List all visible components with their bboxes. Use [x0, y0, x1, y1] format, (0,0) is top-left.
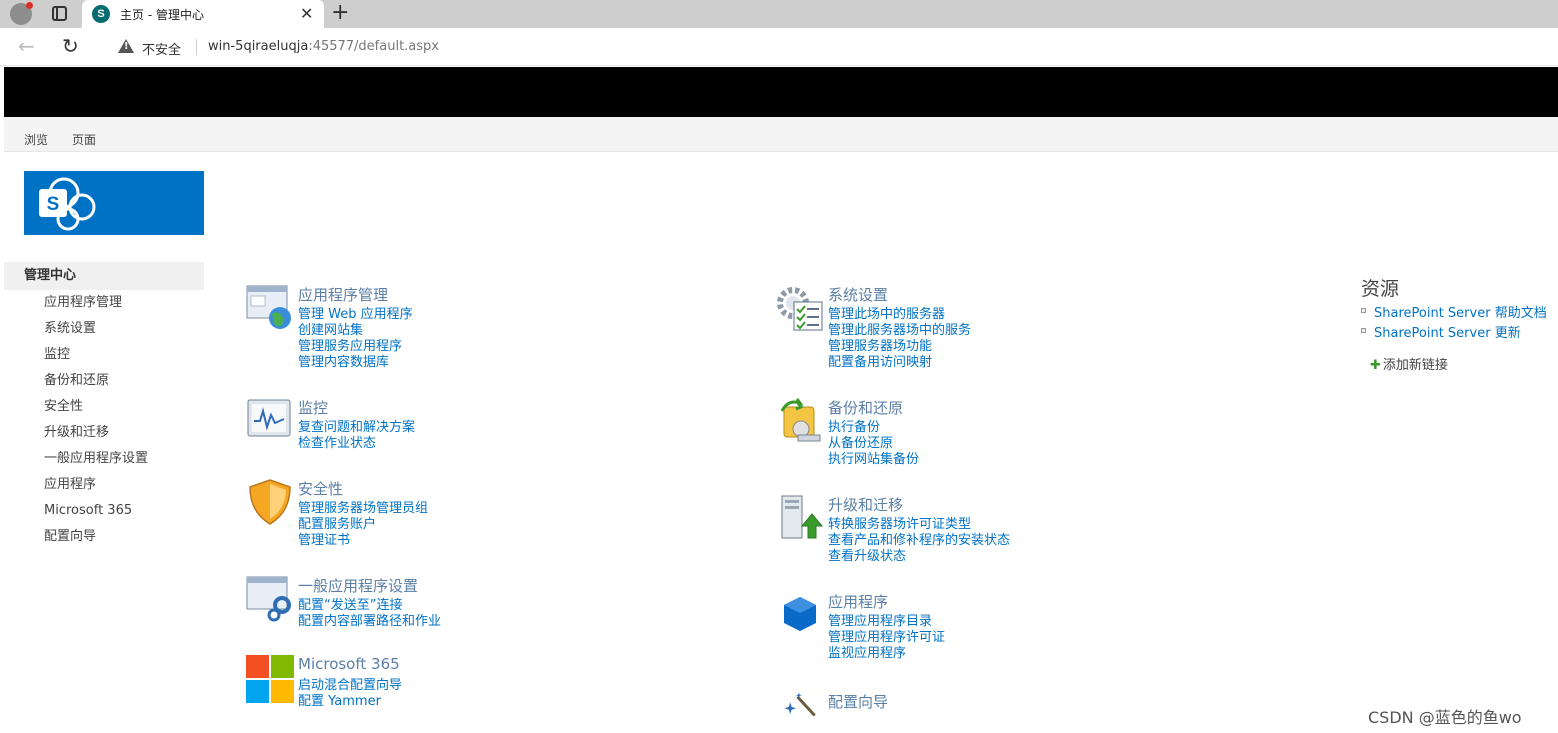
section-title[interactable]: 配置向导: [828, 691, 888, 712]
quick-launch-heading[interactable]: 管理中心: [4, 262, 204, 290]
url-path: :45577/default.aspx: [308, 39, 439, 54]
nav-item-security[interactable]: 安全性: [4, 394, 204, 420]
window-gears-icon: [246, 576, 291, 622]
sharepoint-logo-icon: S: [39, 177, 96, 231]
plus-icon: ✚: [1370, 358, 1381, 373]
section-title[interactable]: 系统设置: [828, 284, 888, 305]
close-tab-icon[interactable]: ✕: [300, 4, 313, 23]
nav-item-system[interactable]: 系统设置: [4, 316, 204, 342]
monitor-chart-icon: [247, 399, 291, 437]
reload-icon[interactable]: ↻: [62, 34, 79, 58]
suite-bar: [4, 67, 1558, 117]
section-link[interactable]: 管理证书: [298, 529, 350, 548]
section-title[interactable]: 安全性: [298, 478, 343, 499]
section-link[interactable]: 配置备用访问映射: [828, 351, 932, 370]
add-link-label: 添加新链接: [1382, 358, 1448, 373]
magic-wand-icon: [784, 692, 816, 717]
tab-title: 主页 - 管理中心: [120, 8, 204, 22]
nav-item-wizard[interactable]: 配置向导: [4, 524, 204, 550]
nav-item-backup[interactable]: 备份和还原: [4, 368, 204, 394]
profile-avatar-icon[interactable]: [10, 2, 33, 25]
resource-link[interactable]: SharePoint Server 更新: [1374, 322, 1521, 341]
sharepoint-favicon-icon: S: [92, 5, 110, 23]
nav-item-general[interactable]: 一般应用程序设置: [4, 446, 204, 472]
nav-item-monitor[interactable]: 监控: [4, 342, 204, 368]
ribbon-tab-browse[interactable]: 浏览: [24, 131, 48, 148]
url-divider: [196, 39, 197, 55]
section-link[interactable]: 监视应用程序: [828, 642, 906, 661]
section-title[interactable]: 备份和还原: [828, 397, 903, 418]
insecure-label[interactable]: 不安全: [142, 39, 181, 58]
back-icon[interactable]: ←: [18, 34, 35, 58]
tab-actions-icon[interactable]: [52, 6, 67, 21]
nav-item-upgrade[interactable]: 升级和迁移: [4, 420, 204, 446]
watermark: CSDN @蓝色的鱼wo: [1368, 708, 1522, 727]
shield-icon: [249, 479, 291, 525]
logo-letter: S: [47, 194, 60, 215]
section-link[interactable]: 执行网站集备份: [828, 448, 919, 467]
nav-item-app-mgmt[interactable]: 应用程序管理: [4, 290, 204, 316]
url-text[interactable]: win-5qiraeluqja:45577/default.aspx: [208, 39, 439, 54]
bullet-icon: [1361, 308, 1366, 313]
nav-item-apps[interactable]: 应用程序: [4, 472, 204, 498]
warning-icon[interactable]: [118, 39, 134, 53]
section-title[interactable]: 应用程序管理: [298, 284, 388, 305]
section-link[interactable]: 检查作业状态: [298, 432, 376, 451]
cube-icon: [784, 597, 816, 631]
section-title[interactable]: 监控: [298, 397, 328, 418]
browser-tab-bar: S 主页 - 管理中心 ✕ +: [0, 0, 1558, 28]
section-link[interactable]: 管理内容数据库: [298, 351, 389, 370]
add-new-link[interactable]: ✚ 添加新链接: [1370, 354, 1448, 373]
section-title[interactable]: Microsoft 365: [298, 655, 400, 673]
section-title[interactable]: 一般应用程序设置: [298, 575, 418, 596]
bullet-icon: [1361, 328, 1366, 333]
browser-tab[interactable]: S 主页 - 管理中心 ✕: [82, 0, 324, 28]
section-link[interactable]: 查看升级状态: [828, 545, 906, 564]
backup-restore-icon: [780, 398, 821, 442]
address-bar: ← ↻ 不安全 win-5qiraeluqja:45577/default.as…: [0, 28, 1558, 66]
url-host: win-5qiraeluqja: [208, 39, 309, 54]
gear-checklist-icon: [777, 287, 823, 331]
resources-title: 资源: [1361, 278, 1400, 300]
section-link[interactable]: 配置 Yammer: [298, 690, 381, 709]
ribbon: 浏览 页面: [4, 117, 1558, 152]
section-title[interactable]: 应用程序: [828, 591, 888, 612]
nav-item-m365[interactable]: Microsoft 365: [4, 498, 204, 524]
ribbon-tab-page[interactable]: 页面: [72, 131, 96, 148]
resource-link[interactable]: SharePoint Server 帮助文档: [1374, 302, 1547, 321]
section-link[interactable]: 配置内容部署路径和作业: [298, 610, 441, 629]
server-upgrade-icon: [781, 495, 824, 539]
section-title[interactable]: 升级和迁移: [828, 494, 903, 515]
site-logo[interactable]: S: [24, 171, 204, 235]
quick-launch: 管理中心 应用程序管理 系统设置 监控 备份和还原 安全性 升级和迁移 一般应用…: [4, 262, 204, 550]
web-app-icon: [246, 285, 291, 329]
new-tab-icon[interactable]: +: [331, 0, 349, 26]
microsoft-logo-icon: [246, 655, 294, 703]
url-field[interactable]: 不安全 win-5qiraeluqja:45577/default.aspx: [100, 32, 1558, 62]
